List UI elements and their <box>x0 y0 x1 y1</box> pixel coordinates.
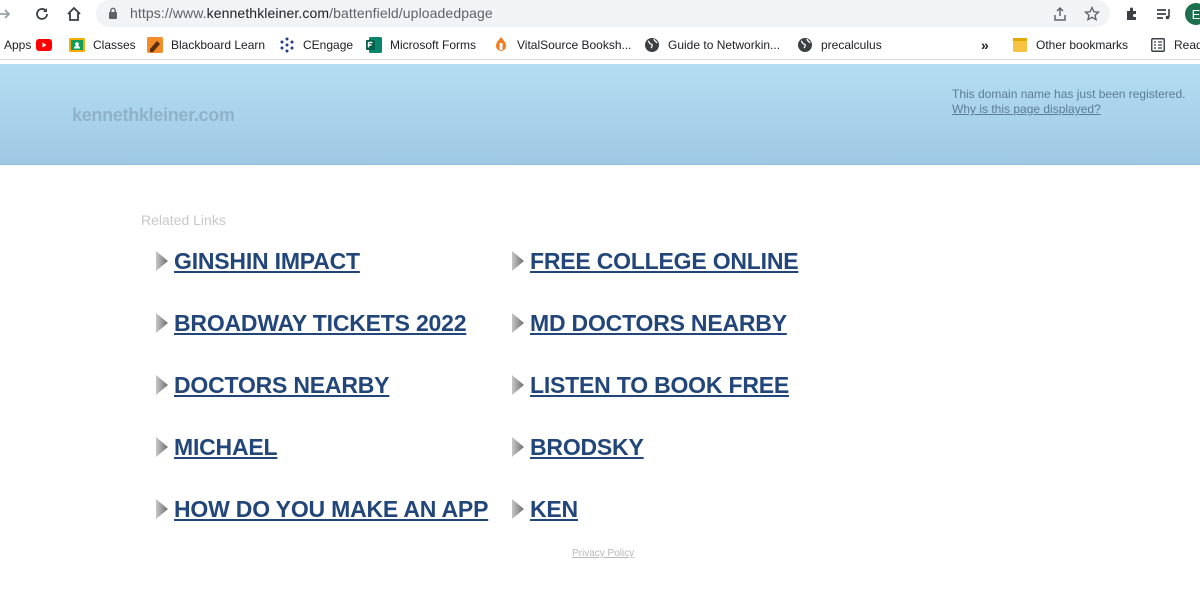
related-link-item[interactable]: BROADWAY TICKETS 2022 <box>155 308 467 338</box>
related-link-item[interactable]: LISTEN TO BOOK FREE <box>511 370 789 400</box>
profile-avatar[interactable]: E <box>1185 3 1200 25</box>
home-icon[interactable] <box>62 2 86 26</box>
related-link-item[interactable]: MD DOCTORS NEARBY <box>511 308 787 338</box>
bookmark-label: precalculus <box>821 38 882 52</box>
arrow-right-icon <box>156 251 168 271</box>
arrow-right-icon <box>156 375 168 395</box>
browser-toolbar: https://www.kennethkleiner.com/battenfie… <box>0 0 1200 28</box>
related-links-heading: Related Links <box>141 212 226 228</box>
arrow-right-icon <box>512 499 524 519</box>
url-text[interactable]: https://www.kennethkleiner.com/battenfie… <box>130 5 493 21</box>
url-scheme: https://www. <box>130 5 207 21</box>
bookmark-apps[interactable]: Apps <box>0 36 31 54</box>
bookmark-star-icon[interactable] <box>1082 4 1102 24</box>
bookmark-label: CEngage <box>303 38 354 52</box>
bookmarks-overflow-button[interactable]: » <box>981 36 989 54</box>
related-link-item[interactable]: DOCTORS NEARBY <box>155 370 389 400</box>
bookmark-label: Guide to Networkin... <box>668 38 781 52</box>
bookmark-other-bookmarks[interactable]: Other bookmarks <box>1012 36 1128 54</box>
bookmark-microsoft-forms[interactable]: Microsoft Forms <box>366 36 476 54</box>
bookmark-precalculus[interactable]: precalculus <box>797 36 882 54</box>
bookmark-cengage[interactable]: CEngage <box>279 36 353 54</box>
folder-icon <box>1012 37 1028 53</box>
privacy-policy-link[interactable]: Privacy Policy <box>572 548 634 559</box>
bookmark-label: Microsoft Forms <box>390 38 477 52</box>
arrow-right-icon <box>156 437 168 457</box>
media-queue-icon[interactable] <box>1152 2 1176 26</box>
bookmark-label: Blackboard Learn <box>171 38 266 52</box>
related-link[interactable]: MD DOCTORS NEARBY <box>530 310 787 337</box>
bookmarks-bar: Apps Classes Blackboard Learn CEngage Mi… <box>0 30 1200 60</box>
related-link[interactable]: LISTEN TO BOOK FREE <box>530 372 789 399</box>
address-bar[interactable]: https://www.kennethkleiner.com/battenfie… <box>96 0 1110 27</box>
extensions-puzzle-icon[interactable] <box>1120 2 1144 26</box>
related-link-item[interactable]: BRODSKY <box>511 432 644 462</box>
arrow-right-icon <box>156 313 168 333</box>
globe-icon <box>797 37 813 53</box>
related-link[interactable]: MICHAEL <box>174 434 278 461</box>
arrow-right-icon <box>512 437 524 457</box>
related-link-item[interactable]: GINSHIN IMPACT <box>155 246 360 276</box>
arrow-right-icon <box>512 251 524 271</box>
registration-notice: This domain name has just been registere… <box>952 87 1185 117</box>
microsoft-forms-icon <box>366 37 382 53</box>
notice-text: This domain name has just been registere… <box>952 87 1186 101</box>
google-classroom-icon <box>69 37 85 53</box>
reload-icon[interactable] <box>30 2 54 26</box>
bookmark-label: Apps <box>4 38 32 52</box>
related-link[interactable]: DOCTORS NEARBY <box>174 372 389 399</box>
related-link-item[interactable]: HOW DO YOU MAKE AN APP <box>155 494 488 524</box>
bookmark-classes[interactable]: Classes <box>69 36 136 54</box>
related-link-item[interactable]: MICHAEL <box>155 432 278 462</box>
bookmark-label: Classes <box>93 38 136 52</box>
related-link-item[interactable]: FREE COLLEGE ONLINE <box>511 246 799 276</box>
site-name: kennethkleiner.com <box>72 105 235 125</box>
url-host: kennethkleiner.com <box>206 5 330 21</box>
arrow-right-icon <box>512 313 524 333</box>
why-displayed-link[interactable]: Why is this page displayed? <box>952 102 1101 116</box>
share-icon[interactable] <box>1050 4 1070 24</box>
reading-list-button[interactable]: Reading list <box>1150 36 1200 54</box>
related-link[interactable]: KEN <box>530 496 578 523</box>
related-link[interactable]: BRODSKY <box>530 434 644 461</box>
related-link[interactable]: FREE COLLEGE ONLINE <box>530 248 799 275</box>
lock-icon[interactable] <box>108 7 118 25</box>
bookmark-label: VitalSource Booksh... <box>517 38 632 52</box>
bookmark-label: Reading list <box>1174 38 1200 52</box>
related-link[interactable]: BROADWAY TICKETS 2022 <box>174 310 467 337</box>
bookmark-guide-to-networking[interactable]: Guide to Networkin... <box>644 36 780 54</box>
related-link[interactable]: GINSHIN IMPACT <box>174 248 360 275</box>
reading-list-icon <box>1150 37 1166 53</box>
forward-icon[interactable] <box>0 2 16 26</box>
related-link-item[interactable]: KEN <box>511 494 578 524</box>
bookmark-vitalsource[interactable]: VitalSource Booksh... <box>493 36 632 54</box>
cengage-icon <box>279 37 295 53</box>
domain-banner: kennethkleiner.com This domain name has … <box>0 64 1200 165</box>
vitalsource-icon <box>493 37 509 53</box>
blackboard-icon <box>147 37 163 53</box>
globe-icon <box>644 37 660 53</box>
bookmark-youtube[interactable] <box>36 36 60 54</box>
youtube-icon <box>36 37 52 53</box>
arrow-right-icon <box>156 499 168 519</box>
bookmark-label: Other bookmarks <box>1036 38 1129 52</box>
related-link[interactable]: HOW DO YOU MAKE AN APP <box>174 496 488 523</box>
url-path: /battenfield/uploadedpage <box>329 5 493 21</box>
arrow-right-icon <box>512 375 524 395</box>
bookmark-blackboard[interactable]: Blackboard Learn <box>147 36 265 54</box>
